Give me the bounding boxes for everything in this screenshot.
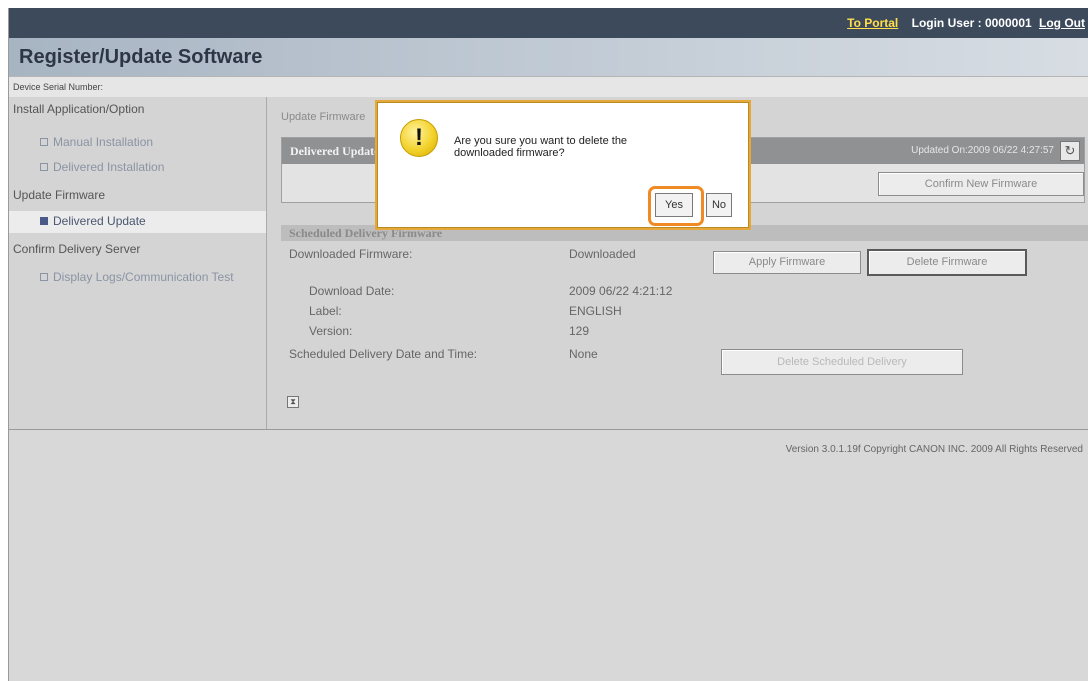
version-value: 129 <box>569 324 590 338</box>
browser-frame: To Portal Login User : 0000001 Log Out R… <box>8 8 1088 681</box>
no-button[interactable]: No <box>706 193 732 217</box>
sidebar-group-install: Install Application/Option <box>13 102 145 116</box>
to-portal-link[interactable]: To Portal <box>847 16 898 30</box>
sidebar-item-delivered-installation[interactable]: Delivered Installation <box>9 157 266 179</box>
label-value: ENGLISH <box>569 304 622 318</box>
top-bar: To Portal Login User : 0000001 Log Out <box>9 8 1088 38</box>
log-out-link[interactable]: Log Out <box>1039 16 1085 30</box>
apply-firmware-button[interactable]: Apply Firmware <box>713 251 861 274</box>
downloaded-firmware-value: Downloaded <box>569 247 636 261</box>
bullet-icon <box>40 273 48 281</box>
updated-on-text: Updated On:2009 06/22 4:27:57 <box>911 145 1054 156</box>
sidebar-item-label: Delivered Update <box>53 214 146 228</box>
sidebar-item-label: Display Logs/Communication Test <box>53 270 234 284</box>
sidebar-item-label: Manual Installation <box>53 135 154 149</box>
confirm-new-firmware-button[interactable]: Confirm New Firmware <box>878 172 1084 196</box>
divider <box>9 429 1088 430</box>
sidebar-item-manual-installation[interactable]: Manual Installation <box>9 132 266 154</box>
page-title: Register/Update Software <box>19 46 263 68</box>
footer-copyright: Version 3.0.1.19f Copyright CANON INC. 2… <box>785 444 1083 455</box>
warning-icon: ! <box>400 119 438 157</box>
dialog-message-line2: downloaded firmware? <box>454 147 565 159</box>
downloaded-firmware-label: Downloaded Firmware: <box>289 247 413 261</box>
panel-title: Delivered Update <box>290 144 380 158</box>
bullet-icon <box>40 138 48 146</box>
sidebar-item-delivered-update[interactable]: Delivered Update <box>9 211 266 233</box>
device-serial-label: Device Serial Number: <box>13 82 104 92</box>
refresh-icon[interactable]: ↻ <box>1060 141 1080 161</box>
sidebar-item-display-logs[interactable]: Display Logs/Communication Test <box>9 267 266 289</box>
dialog-message: Are you sure you want to delete the down… <box>454 135 694 159</box>
scheduled-date-value: None <box>569 347 598 361</box>
confirm-dialog: ! Are you sure you want to delete the do… <box>375 100 751 230</box>
sidebar-group-confirm-delivery-server: Confirm Delivery Server <box>13 242 141 256</box>
scheduled-delivery-title: Scheduled Delivery Firmware <box>289 226 443 240</box>
title-bar: Register/Update Software <box>9 38 1088 76</box>
download-date-label: Download Date: <box>309 284 395 298</box>
delete-firmware-button[interactable]: Delete Firmware <box>867 249 1027 276</box>
download-date-value: 2009 06/22 4:21:12 <box>569 284 673 298</box>
bullet-icon <box>40 217 48 225</box>
label-label: Label: <box>309 304 342 318</box>
bullet-icon <box>40 163 48 171</box>
sidebar-item-label: Delivered Installation <box>53 160 165 174</box>
breadcrumb: Update Firmware <box>281 111 366 123</box>
sidebar-group-update-firmware: Update Firmware <box>13 188 106 202</box>
login-user-label: Login User : 0000001 <box>911 16 1032 30</box>
delete-scheduled-delivery-button[interactable]: Delete Scheduled Delivery <box>721 349 963 375</box>
sidebar: Install Application/Option Manual Instal… <box>9 97 267 429</box>
page-nav-icon[interactable]: ⧗ <box>287 396 299 408</box>
scheduled-date-label: Scheduled Delivery Date and Time: <box>289 347 478 361</box>
device-serial-bar: Device Serial Number: <box>9 76 1088 98</box>
version-label: Version: <box>309 324 353 338</box>
dialog-message-line1: Are you sure you want to delete the <box>454 135 628 147</box>
yes-button[interactable]: Yes <box>655 193 693 217</box>
top-links: To Portal Login User : 0000001 Log Out <box>847 16 1085 30</box>
